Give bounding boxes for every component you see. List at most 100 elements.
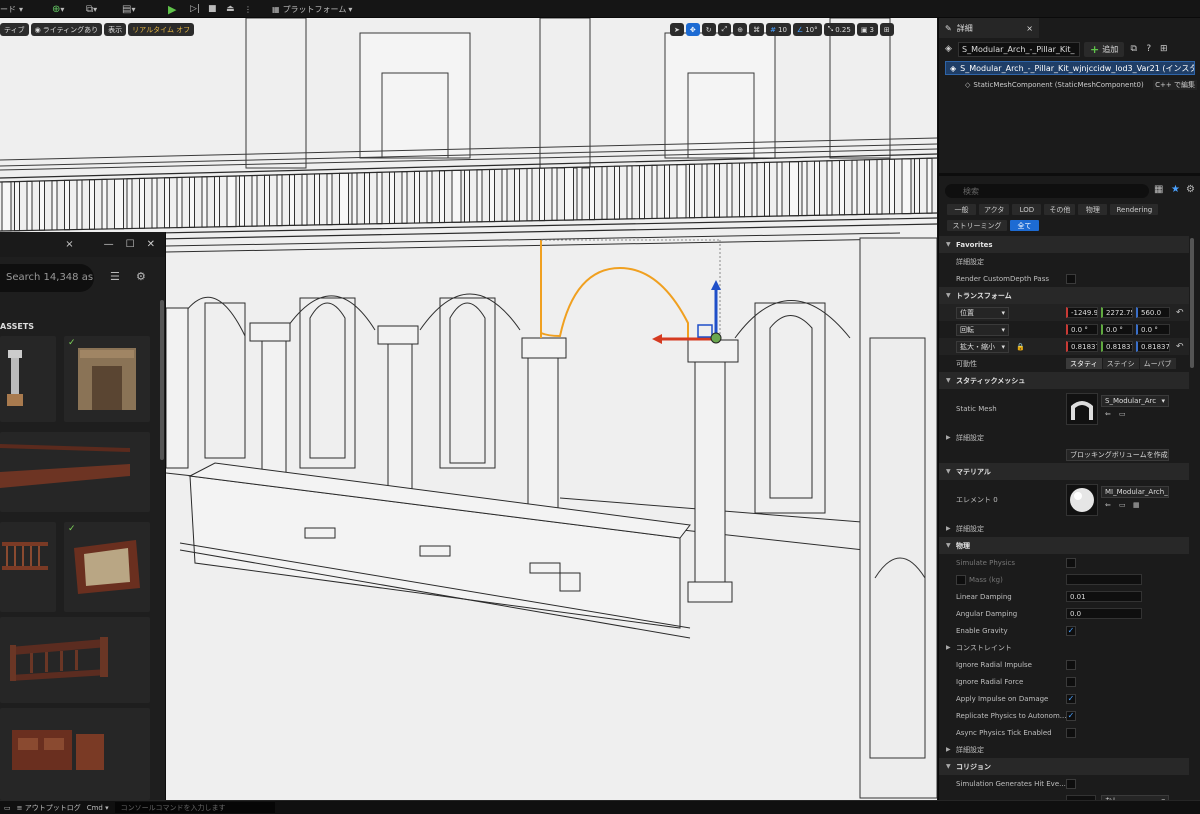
ignore-radial-impulse-checkbox[interactable]	[1066, 659, 1076, 670]
settings-icon[interactable]: ⚙	[136, 270, 150, 284]
play-options-button[interactable]: ⋮	[244, 2, 252, 16]
simulate-physics-checkbox[interactable]	[1066, 557, 1076, 568]
camera-speed-button[interactable]: ▣ 3	[856, 23, 878, 36]
filter-physics[interactable]: 物理	[1078, 204, 1108, 215]
mass-override-checkbox[interactable]	[956, 574, 966, 585]
ignore-radial-force-checkbox[interactable]	[1066, 676, 1076, 687]
eject-button[interactable]: ⏏	[226, 2, 235, 16]
scale-x-field[interactable]: 0.81837	[1066, 341, 1098, 352]
mobility-static[interactable]: スタティ	[1066, 358, 1102, 369]
asset-search-input[interactable]: Search 14,348 as	[0, 264, 94, 292]
filter-actor[interactable]: アクタ	[979, 204, 1010, 215]
advanced-row[interactable]: ▶ 詳細設定	[939, 520, 1189, 537]
sim-generates-hit-checkbox[interactable]	[1066, 778, 1076, 789]
scale-snap-button[interactable]: ⤡ 0.25	[823, 23, 855, 36]
static-mesh-section[interactable]: ▼ スタティックメッシュ	[939, 372, 1189, 389]
content-browser-scrollbar[interactable]	[160, 300, 164, 460]
help-icon[interactable]: ?	[1143, 44, 1154, 55]
perspective-button[interactable]: ティブ	[0, 23, 29, 36]
location-z-field[interactable]: 560.0	[1136, 307, 1170, 318]
details-scrollbar[interactable]	[1190, 238, 1194, 368]
panel-splitter[interactable]	[939, 173, 1200, 176]
texture-icon[interactable]: ▦	[1133, 501, 1140, 509]
browse-icon[interactable]: ⇐	[1105, 410, 1111, 418]
realtime-off-button[interactable]: リアルタイム オフ	[128, 23, 195, 36]
collision-section[interactable]: ▼ コリジョン	[939, 758, 1189, 775]
mobility-movable[interactable]: ムーバブ	[1139, 358, 1176, 369]
output-log-button[interactable]: ≡ アウトプットログ	[17, 803, 81, 813]
asset-tile[interactable]: ✓	[64, 336, 150, 422]
favorites-section[interactable]: ▼ Favorites	[939, 236, 1189, 253]
material-dropdown[interactable]: MI_Modular_Arch_-_P▾	[1101, 486, 1169, 498]
details-tab[interactable]: ✎ 詳細 ×	[939, 18, 1039, 38]
actor-name-field[interactable]: S_Modular_Arch_-_Pillar_Kit_	[958, 41, 1080, 57]
lighting-mode-button[interactable]: ◉ ライティングあり	[30, 23, 103, 36]
filter-all[interactable]: 全て	[1010, 220, 1039, 231]
lock-icon[interactable]: 🔒	[1016, 343, 1025, 351]
filter-lod[interactable]: LOD	[1012, 204, 1042, 215]
folder-icon[interactable]: ▭	[1119, 501, 1126, 509]
step-button[interactable]: ▷|	[190, 2, 200, 16]
add-component-button[interactable]: + 追加	[1084, 41, 1125, 57]
component-tree-root[interactable]: ◈ S_Modular_Arch_-_Pillar_Kit_wjnjccidw_…	[945, 61, 1195, 75]
cmd-dropdown[interactable]: Cmd ▾	[87, 804, 109, 812]
asset-tile[interactable]: ✓	[64, 522, 150, 612]
show-button[interactable]: 表示	[104, 23, 127, 36]
filter-misc[interactable]: その他	[1044, 204, 1076, 215]
static-mesh-dropdown[interactable]: S_Modular_Arc ▾	[1101, 395, 1169, 407]
browse-icon[interactable]: ⇐	[1105, 501, 1111, 509]
viewport-layout-button[interactable]: ⊞	[879, 23, 894, 36]
filter-rendering[interactable]: Rendering	[1110, 204, 1159, 215]
maximize-icon[interactable]: ☐	[126, 239, 135, 250]
close-window-icon[interactable]: ✕	[147, 239, 155, 250]
translate-mode-button[interactable]: ✥	[685, 23, 700, 36]
location-dropdown[interactable]: 位置 ▾	[956, 306, 1009, 319]
details-search-input[interactable]: 検索	[945, 184, 1149, 198]
mobility-stationary[interactable]: ステイシ	[1102, 358, 1139, 369]
scale-dropdown[interactable]: 拡大・縮小 ▾	[956, 340, 1009, 353]
edit-cpp-link[interactable]: C++ で編集	[1153, 80, 1197, 90]
blueprint-icon[interactable]: ⧉	[1128, 44, 1139, 55]
physics-section[interactable]: ▼ 物理	[939, 537, 1189, 554]
play-button[interactable]: ▶	[168, 2, 176, 16]
create-blocking-volume-dropdown[interactable]: ブロッキングボリュームを作成▾	[1066, 448, 1169, 461]
add-content-button[interactable]: ⊕ ▾	[52, 2, 64, 16]
advanced-row[interactable]: 詳細設定	[939, 253, 1189, 270]
asset-tile[interactable]	[0, 617, 150, 703]
asset-tile[interactable]	[0, 432, 150, 512]
mass-field[interactable]	[1066, 574, 1142, 585]
select-mode-button[interactable]: ➤	[670, 23, 684, 36]
reset-icon[interactable]: ↶	[1176, 308, 1184, 318]
cinematics-button[interactable]: ▤ ▾	[122, 2, 135, 16]
filter-general[interactable]: 一般	[947, 204, 976, 215]
linear-damping-field[interactable]: 0.01	[1066, 591, 1142, 602]
rotation-snap-button[interactable]: ∠ 10°	[792, 23, 822, 36]
folder-icon[interactable]: ▭	[1119, 410, 1126, 418]
rotation-x-field[interactable]: 0.0 °	[1066, 324, 1098, 335]
rotate-mode-button[interactable]: ↻	[701, 23, 716, 36]
rotation-y-field[interactable]: 0.0 °	[1101, 324, 1133, 335]
grid-snap-button[interactable]: #10	[766, 23, 791, 36]
stop-button[interactable]: ■	[208, 2, 217, 16]
transform-section[interactable]: ▼ トランスフォーム	[939, 287, 1189, 304]
material-thumbnail[interactable]	[1066, 484, 1098, 516]
async-physics-checkbox[interactable]	[1066, 727, 1076, 738]
asset-tile[interactable]	[0, 708, 150, 800]
minimize-icon[interactable]: —	[104, 239, 114, 250]
static-mesh-thumbnail[interactable]	[1066, 393, 1098, 425]
asset-tile[interactable]	[0, 522, 56, 612]
console-command-input[interactable]: コンソールコマンドを入力します	[114, 802, 275, 813]
render-customdepth-checkbox[interactable]	[1066, 273, 1076, 284]
layout-icon[interactable]: ⊞	[1158, 44, 1169, 55]
material-section[interactable]: ▼ マテリアル	[939, 463, 1189, 480]
location-x-field[interactable]: -1249.9	[1066, 307, 1098, 318]
apply-impulse-checkbox[interactable]: ✓	[1066, 693, 1076, 704]
advanced-row[interactable]: ▶ 詳細設定	[939, 429, 1189, 446]
enable-gravity-checkbox[interactable]: ✓	[1066, 625, 1076, 636]
content-drawer-icon[interactable]: ▭	[4, 804, 11, 812]
scale-z-field[interactable]: 0.81837	[1136, 341, 1170, 352]
surface-snap-button[interactable]: ⌘	[749, 23, 765, 36]
scale-y-field[interactable]: 0.81837	[1101, 341, 1133, 352]
location-y-field[interactable]: 2272.75	[1101, 307, 1133, 318]
rotation-z-field[interactable]: 0.0 °	[1136, 324, 1170, 335]
